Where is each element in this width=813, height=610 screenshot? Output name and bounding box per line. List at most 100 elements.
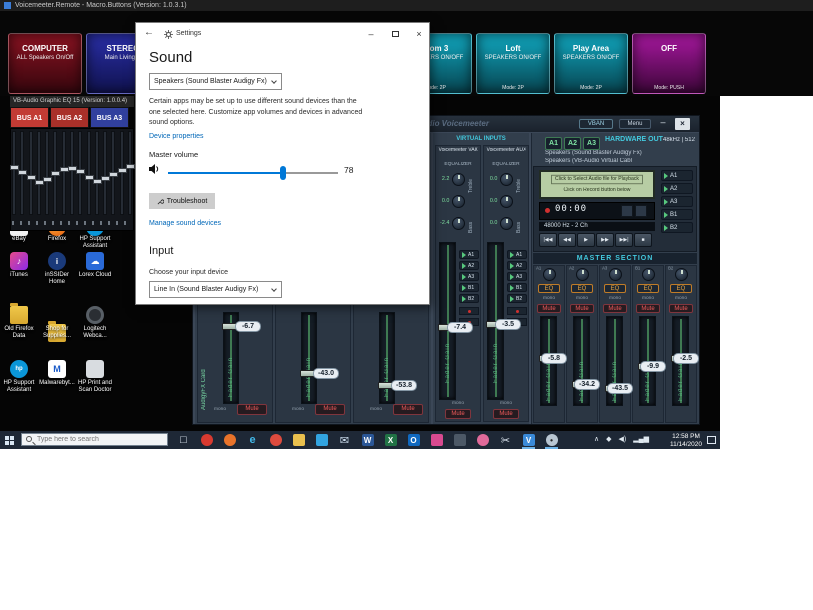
fast-forward-button[interactable]: ▶▶	[596, 233, 614, 247]
action-center-icon[interactable]	[707, 436, 716, 444]
master-b2-eq-button[interactable]: EQ	[670, 284, 692, 293]
desktop-icon-inssider[interactable]: i	[48, 252, 66, 270]
master-b1-mute-button[interactable]: Mute	[636, 304, 660, 313]
master-a2-eq-button[interactable]: EQ	[571, 284, 593, 293]
desktop-icon-hp-print-scan[interactable]	[86, 360, 104, 378]
manage-sound-devices-link[interactable]: Manage sound devices	[149, 220, 221, 227]
menu-button[interactable]: Menu	[619, 119, 651, 129]
aux-bass-knob[interactable]	[500, 217, 513, 230]
desktop-label-itunes[interactable]: iTunes	[0, 272, 38, 279]
opera-icon[interactable]	[195, 431, 218, 449]
hw-strip2-mono-button[interactable]: mono	[286, 407, 310, 412]
desktop-label-hp-support-2[interactable]: HP Support Assistant	[0, 380, 38, 394]
master-a3-eq-button[interactable]: EQ	[604, 284, 626, 293]
store-icon[interactable]	[310, 431, 333, 449]
aux-route-a1[interactable]: A1	[507, 250, 527, 259]
tab-bus-a2[interactable]: BUS A2	[50, 107, 89, 128]
snipping-tool-icon[interactable]: ✂	[494, 431, 517, 449]
recorder-route-b2[interactable]: B2	[661, 222, 693, 233]
master-b1-knob[interactable]	[642, 268, 655, 281]
eq-slider-track[interactable]	[53, 131, 57, 215]
eq-slider-track[interactable]	[29, 131, 33, 215]
desktop-label-lorex[interactable]: Lorex Cloud	[76, 272, 114, 279]
eq-slider-track[interactable]	[128, 131, 132, 215]
master-a2-mute-button[interactable]: Mute	[570, 304, 594, 313]
recorder-route-a1[interactable]: A1	[661, 170, 693, 181]
play-button[interactable]: ▶	[577, 233, 595, 247]
task-view-icon[interactable]: □	[172, 431, 195, 449]
vaio-route-a3[interactable]: A3	[459, 272, 479, 281]
eq-slider-track[interactable]	[78, 131, 82, 215]
eq-slider-track[interactable]	[103, 131, 107, 215]
skip-back-button[interactable]: |◀◀	[539, 233, 557, 247]
eq-slider-track[interactable]	[70, 131, 74, 215]
back-button[interactable]: ←	[144, 27, 154, 38]
desktop-icon-lorex[interactable]: ☁	[86, 252, 104, 270]
master-b1-eq-button[interactable]: EQ	[637, 284, 659, 293]
taskbar-search[interactable]	[21, 433, 168, 446]
word-icon[interactable]: W	[356, 431, 379, 449]
hw-strip1-mute-button[interactable]: Mute	[237, 404, 267, 415]
aux-route-a3[interactable]: A3	[507, 272, 527, 281]
recorder-lcd[interactable]: Click to Select Audio file for Playback …	[539, 170, 655, 199]
master-a3-mono-button[interactable]: mono	[602, 296, 628, 301]
calculator-icon[interactable]	[448, 431, 471, 449]
counter-button-1[interactable]	[621, 205, 633, 217]
vm-minimize-button[interactable]: –	[657, 117, 669, 129]
aux-option-button-1[interactable]	[507, 307, 527, 315]
input-device-dropdown[interactable]: Line In (Sound Blaster Audigy Fx)	[149, 281, 282, 298]
hw-strip3-mute-button[interactable]: Mute	[393, 404, 423, 415]
master-a1-mono-button[interactable]: mono	[536, 296, 562, 301]
aux-route-b1[interactable]: B1	[507, 283, 527, 292]
bus-a1-button[interactable]: A1	[545, 137, 562, 150]
paint-icon[interactable]	[471, 431, 494, 449]
bus-a3-button[interactable]: A3	[583, 137, 600, 150]
outlook-icon[interactable]: O	[402, 431, 425, 449]
master-b2-knob[interactable]	[675, 268, 688, 281]
desktop-icon-itunes[interactable]: ♪	[10, 252, 28, 270]
hw-strip3-mono-button[interactable]: mono	[364, 407, 388, 412]
eq-slider-track[interactable]	[87, 131, 91, 215]
desktop-label-firefox[interactable]: Firefox	[38, 236, 76, 243]
recorder-route-a2[interactable]: A2	[661, 183, 693, 194]
vaio-mute-button[interactable]: Mute	[445, 409, 471, 419]
desktop-label-inssider[interactable]: inSSIDer Home	[38, 272, 76, 286]
aux-mono-button[interactable]: mono	[488, 401, 525, 406]
macro-window-titlebar[interactable]: Voicemeeter.Remote - Macro.Buttons (Vers…	[0, 0, 813, 11]
desktop-label-malwarebytes[interactable]: Malwarebyt...	[38, 380, 76, 387]
output-device-1[interactable]: Speakers (Sound Blaster Audigy Fx)	[545, 150, 697, 156]
eq-slider-track[interactable]	[62, 131, 66, 215]
skip-forward-button[interactable]: ▶▶|	[615, 233, 633, 247]
chrome-icon[interactable]	[264, 431, 287, 449]
vaio-treble-knob[interactable]	[452, 173, 465, 186]
eq-slider-track[interactable]	[111, 131, 115, 215]
vaio-bass-knob[interactable]	[452, 217, 465, 230]
file-explorer-icon[interactable]	[287, 431, 310, 449]
output-device-2[interactable]: Speakers (VB-Audio Virtual Cabl	[545, 158, 697, 164]
eq-slider-thumb[interactable]	[126, 164, 135, 169]
macro-button-loft[interactable]: Loft SPEAKERS ON/OFF Mode: 2P	[476, 33, 550, 94]
photos-icon[interactable]	[425, 431, 448, 449]
aux-route-a2[interactable]: A2	[507, 261, 527, 270]
master-a1-eq-button[interactable]: EQ	[538, 284, 560, 293]
start-button[interactable]	[0, 431, 20, 449]
eq-slider-track[interactable]	[37, 131, 41, 215]
edge-icon[interactable]: e	[241, 431, 264, 449]
eq-window-titlebar[interactable]: VB-Audio Graphic EQ 15 (Version: 1.0.0.4…	[10, 96, 134, 107]
taskbar-clock[interactable]: 12:58 PM 11/14/2020	[660, 433, 712, 450]
volume-icon[interactable]: ◀)	[619, 431, 627, 449]
voicemeeter-icon[interactable]: V	[517, 431, 540, 449]
vaio-fader[interactable]: Fader Gain	[439, 242, 456, 400]
recorder-route-b1[interactable]: B1	[661, 209, 693, 220]
macro-button-play-area[interactable]: Play Area SPEAKERS ON/OFF Mode: 2P	[554, 33, 628, 94]
counter-button-2[interactable]	[635, 205, 647, 217]
desktop-icon-old-firefox-data[interactable]	[10, 306, 28, 324]
desktop-icon-malwarebytes[interactable]: M	[48, 360, 66, 378]
eq-slider-thumb[interactable]	[43, 177, 52, 182]
desktop-icon-hp-support-2[interactable]: hp	[10, 360, 28, 378]
eq-slider-thumb[interactable]	[76, 169, 85, 174]
hidden-icons-chevron[interactable]: ∧	[594, 431, 599, 449]
vban-button[interactable]: VBAN	[579, 119, 613, 129]
recorder-route-a3[interactable]: A3	[661, 196, 693, 207]
master-b2-mono-button[interactable]: mono	[668, 296, 694, 301]
